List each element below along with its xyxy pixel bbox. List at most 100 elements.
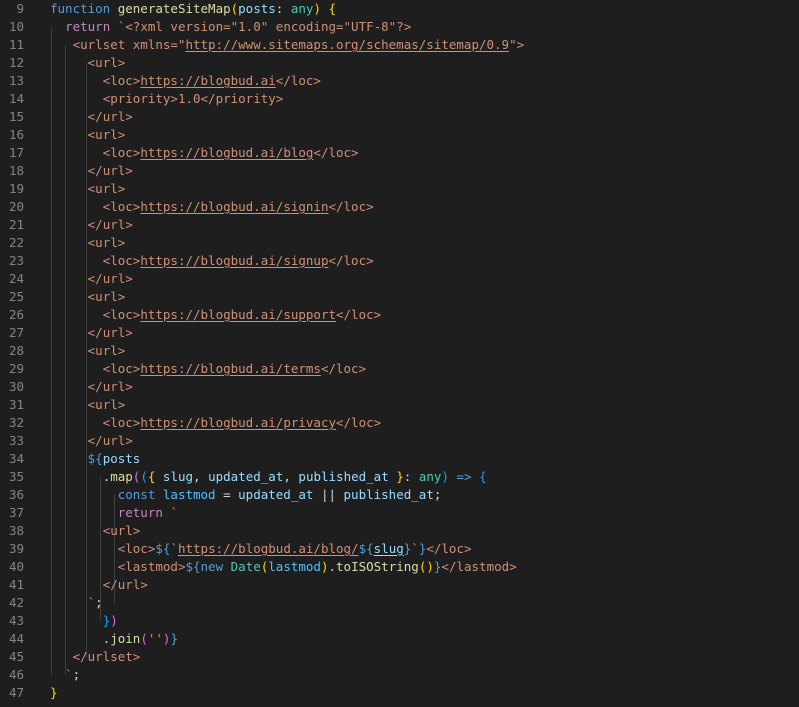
code-text: <url> [50,234,126,252]
code-line[interactable]: 12 <url> [0,54,799,72]
code-token: <loc> [102,415,141,430]
code-token: <url> [87,181,126,196]
line-number: 40 [8,559,24,574]
code-line[interactable]: 25 <url> [0,288,799,306]
code-token: ( [140,469,148,484]
code-line[interactable]: 27 </url> [0,324,799,342]
code-text: <loc>https://blogbud.ai/support</loc> [50,306,381,324]
code-token: ` [170,505,178,520]
code-text: <loc>https://blogbud.ai/privacy</loc> [50,414,381,432]
code-line[interactable]: 41 </url> [0,576,799,594]
code-text: <priority>1.0</priority> [50,90,284,108]
code-line[interactable]: 14 <priority>1.0</priority> [0,90,799,108]
code-text: <loc>https://blogbud.ai/signin</loc> [50,198,374,216]
code-token: </loc> [275,73,321,88]
code-line[interactable]: 15 </url> [0,108,799,126]
line-number: 35 [8,469,24,484]
code-token: ) [313,1,329,16]
code-token: <loc> [102,361,141,376]
code-token: http://www.sitemaps.org/schemas/sitemap/… [185,37,510,52]
code-line[interactable]: 36 const lastmod = updated_at || publish… [0,486,799,504]
code-token: <urlset xmlns=" [72,37,186,52]
code-token: </url> [87,163,133,178]
code-token: published_at [343,487,434,502]
code-line[interactable]: 10 return `<?xml version="1.0" encoding=… [0,18,799,36]
line-number: 36 [8,487,24,502]
code-token: </loc> [320,361,367,376]
code-line[interactable]: 16 <url> [0,126,799,144]
code-token: https://blogbud.ai/blog [140,145,314,160]
code-line[interactable]: 9 function generateSiteMap(posts: any) { [0,0,799,18]
code-line[interactable]: 32 <loc>https://blogbud.ai/privacy</loc> [0,414,799,432]
code-line[interactable]: 45 </urlset> [0,648,799,666]
code-token: { [479,469,487,484]
code-editor[interactable]: 9 function generateSiteMap(posts: any) {1… [0,0,799,707]
code-line[interactable]: 44 .join('')} [0,630,799,648]
code-line[interactable]: 37 return ` [0,504,799,522]
code-line[interactable]: 24 </url> [0,270,799,288]
code-line[interactable]: 21 </url> [0,216,799,234]
code-line[interactable]: 28 <url> [0,342,799,360]
code-token: map [110,469,133,484]
code-line[interactable]: 33 </url> [0,432,799,450]
code-line[interactable]: 18 </url> [0,162,799,180]
code-token: ${ [155,541,171,556]
code-token: any [290,1,314,16]
code-token: https://blogbud.ai/signin [140,199,329,214]
code-line[interactable]: 30 </url> [0,378,799,396]
code-token: posts [238,1,276,16]
line-number: 32 [8,415,24,430]
code-line[interactable]: 40 <lastmod>${new Date(lastmod).toISOStr… [0,558,799,576]
code-text: }) [50,612,118,630]
code-token: lastmod [268,559,321,574]
code-token: ( [140,631,148,646]
code-token: = [215,487,239,502]
code-line[interactable]: 19 <url> [0,180,799,198]
line-number: 16 [8,127,24,142]
code-token: any [418,469,442,484]
code-line[interactable]: 22 <url> [0,234,799,252]
code-token: : [275,1,291,16]
code-line[interactable]: 31 <url> [0,396,799,414]
code-token: return [65,19,118,34]
code-line[interactable]: 11 <urlset xmlns="http://www.sitemaps.or… [0,36,799,54]
code-line[interactable]: 47} [0,684,799,702]
code-line[interactable]: 43 }) [0,612,799,630]
line-number: 24 [8,271,24,286]
code-line[interactable]: 29 <loc>https://blogbud.ai/terms</loc> [0,360,799,378]
code-line[interactable]: 35 .map(({ slug, updated_at, published_a… [0,468,799,486]
line-number: 26 [8,307,24,322]
code-text: <url> [50,396,126,414]
code-line[interactable]: 20 <loc>https://blogbud.ai/signin</loc> [0,198,799,216]
code-text: const lastmod = updated_at || published_… [50,486,442,504]
code-text: <url> [50,522,141,540]
code-line[interactable]: 42 `; [0,594,799,612]
code-text: <url> [50,54,126,72]
code-line[interactable]: 46 `; [0,666,799,684]
code-line[interactable]: 17 <loc>https://blogbud.ai/blog</loc> [0,144,799,162]
line-number: 37 [8,505,24,520]
code-token: </loc> [336,415,382,430]
code-token: ` [65,667,73,682]
code-line[interactable]: 39 <loc>${`https://blogbud.ai/blog/${slu… [0,540,799,558]
code-line[interactable]: 23 <loc>https://blogbud.ai/signup</loc> [0,252,799,270]
code-line[interactable]: 38 <url> [0,522,799,540]
code-token: => [448,469,480,484]
code-line[interactable]: 13 <loc>https://blogbud.ai</loc> [0,72,799,90]
code-line[interactable]: 26 <loc>https://blogbud.ai/support</loc> [0,306,799,324]
code-text: </url> [50,432,133,450]
code-token: </loc> [328,253,374,268]
line-number: 25 [8,289,24,304]
code-token: . [328,559,337,574]
code-line[interactable]: 34 ${posts [0,450,799,468]
